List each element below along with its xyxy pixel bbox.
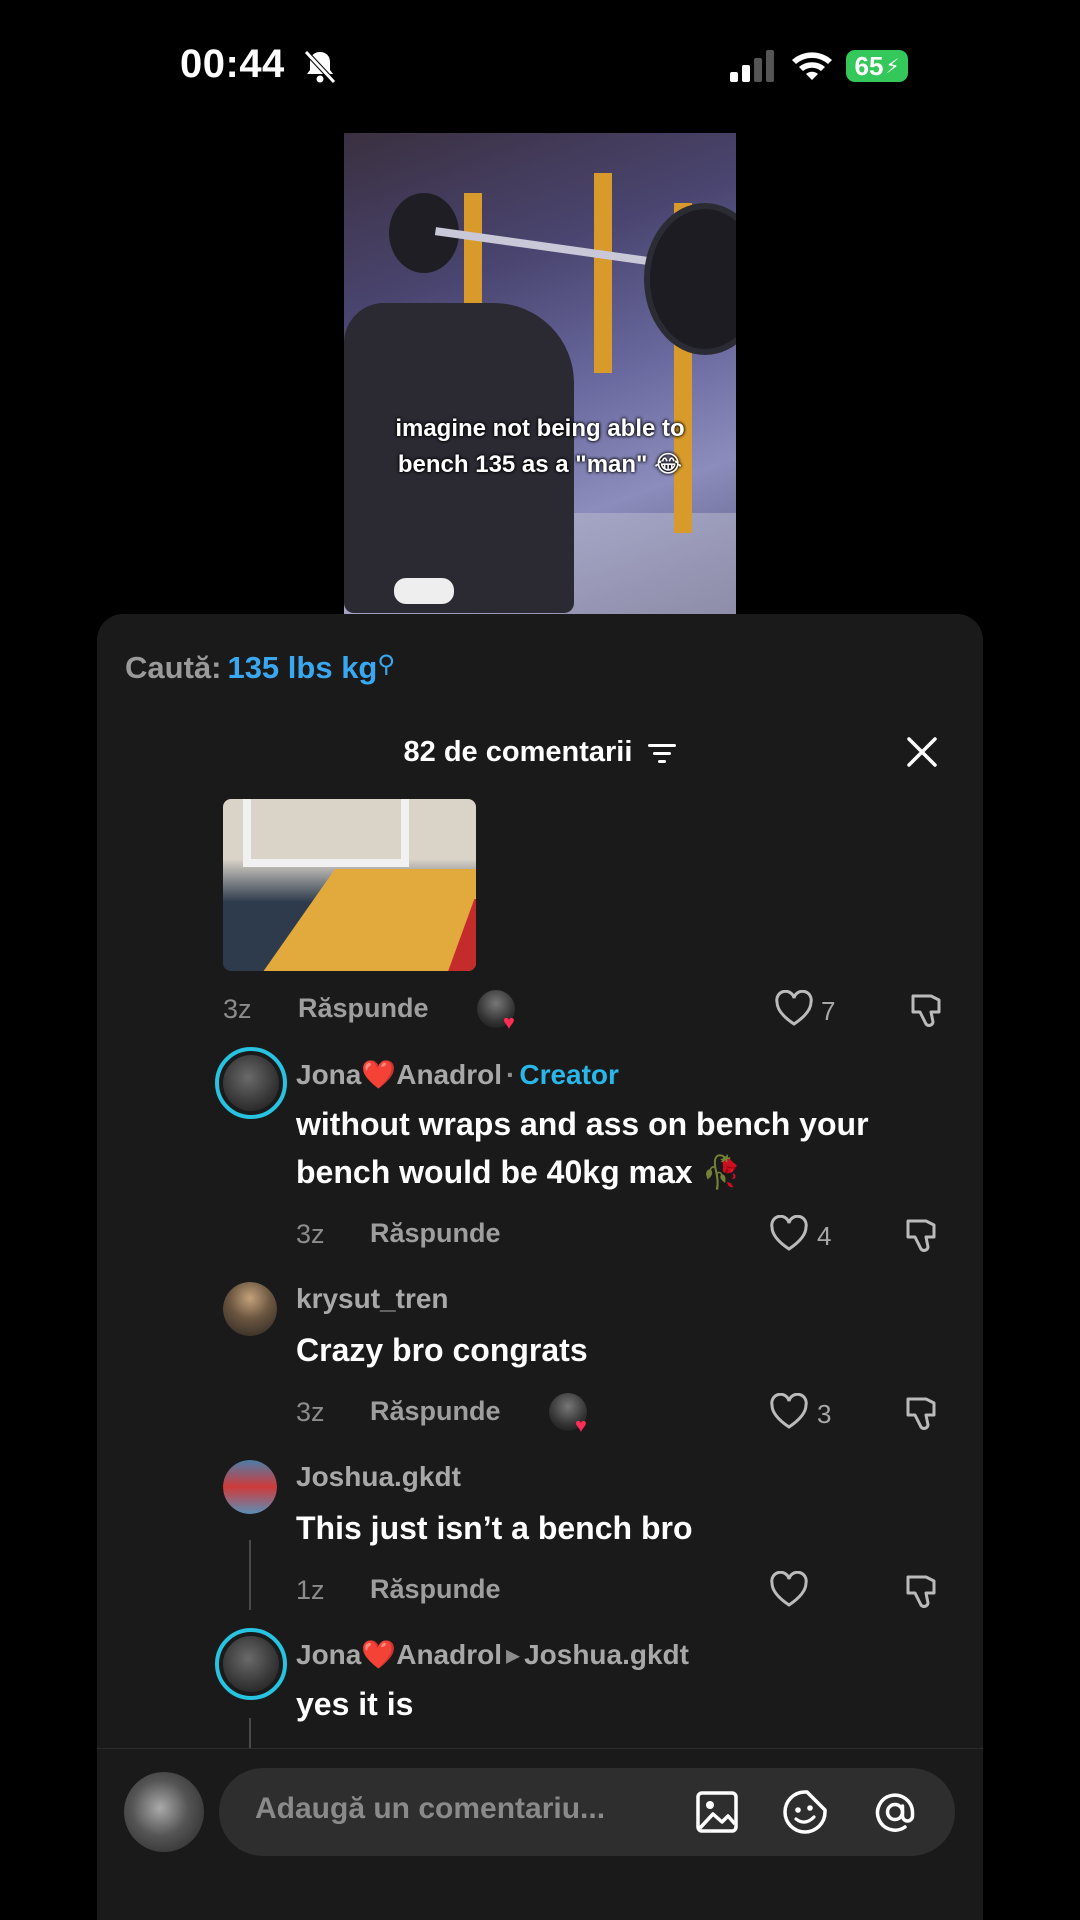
creator-badge: Creator bbox=[519, 1059, 619, 1090]
comments-sheet: Caută: 135 lbs kg⚲ 82 de comentarii 3z Ră… bbox=[97, 614, 983, 1920]
username-part: Anadrol bbox=[396, 1639, 503, 1670]
signal-icon bbox=[730, 50, 774, 82]
comment-text: without wraps and ass on bench your benc… bbox=[296, 1100, 869, 1196]
video-shoe bbox=[394, 578, 454, 604]
reply-button[interactable]: Răspunde bbox=[298, 993, 429, 1024]
heart-badge-icon: ♥ bbox=[503, 1012, 515, 1034]
comment-username[interactable]: krysut_tren bbox=[296, 1283, 449, 1315]
comment-text-line: without wraps and ass on bench your bbox=[296, 1106, 869, 1142]
input-divider bbox=[97, 1748, 983, 1749]
reply-button[interactable]: Răspunde bbox=[370, 1218, 501, 1249]
creator-liked-avatar: ♥ bbox=[549, 1393, 587, 1436]
username-part: Jona bbox=[296, 1059, 362, 1090]
video-caption-line: bench 135 as a "man" 😂 bbox=[397, 451, 683, 478]
commenter-avatar[interactable] bbox=[223, 1460, 277, 1514]
comments-count: 82 de comentarii bbox=[403, 736, 633, 768]
comment-age: 3z bbox=[223, 994, 252, 1024]
comment-username[interactable]: Jona❤️Anadrol · Creator bbox=[296, 1058, 619, 1091]
reply-arrow-icon: ▸ bbox=[506, 1639, 521, 1670]
comment-text: Crazy bro congrats bbox=[296, 1332, 588, 1368]
avatar-image bbox=[223, 1636, 279, 1692]
avatar-image bbox=[223, 1282, 277, 1336]
current-user-avatar bbox=[124, 1772, 204, 1852]
thread-line bbox=[249, 1540, 251, 1610]
commenter-avatar[interactable] bbox=[215, 1628, 287, 1700]
video-thumbnail[interactable]: imagine not being able to bench 135 as a… bbox=[344, 133, 736, 614]
separator-dot: · bbox=[506, 1059, 516, 1090]
wifi-icon bbox=[792, 52, 832, 80]
comment-username[interactable]: Joshua.gkdt bbox=[296, 1461, 461, 1493]
like-heart-icon[interactable] bbox=[769, 1393, 809, 1431]
dislike-icon[interactable] bbox=[902, 1571, 942, 1611]
heart-badge-icon: ♥ bbox=[575, 1415, 587, 1437]
creator-liked-avatar: ♥ bbox=[477, 990, 515, 1033]
avatar-image bbox=[223, 1055, 279, 1111]
reply-button[interactable]: Răspunde bbox=[370, 1396, 501, 1427]
close-icon[interactable] bbox=[905, 735, 939, 769]
like-heart-icon[interactable] bbox=[774, 990, 814, 1028]
comment-input-placeholder: Adaugă un comentariu... bbox=[255, 1792, 606, 1825]
search-query[interactable]: 135 lbs kg bbox=[227, 650, 377, 685]
status-time: 00:44 bbox=[180, 42, 285, 86]
dislike-icon[interactable] bbox=[902, 1393, 942, 1433]
attachment-bench-frame bbox=[243, 799, 409, 867]
dislike-icon[interactable] bbox=[907, 990, 947, 1030]
comment-image-attachment[interactable] bbox=[223, 799, 476, 971]
heart-emoji-icon: ❤️ bbox=[361, 1059, 397, 1090]
commenter-avatar[interactable] bbox=[215, 1047, 287, 1119]
image-icon[interactable] bbox=[693, 1788, 741, 1836]
like-count: 7 bbox=[821, 996, 836, 1026]
comment-text: This just isn’t a bench bro bbox=[296, 1510, 693, 1546]
search-icon: ⚲ bbox=[377, 651, 395, 678]
mention-icon[interactable] bbox=[871, 1788, 919, 1836]
thread-line bbox=[249, 1718, 251, 1748]
comment-text: yes it is bbox=[296, 1686, 414, 1722]
like-heart-icon[interactable] bbox=[769, 1571, 809, 1609]
username-part: Anadrol bbox=[396, 1059, 503, 1090]
battery-level: 65 bbox=[854, 50, 884, 81]
comment-age: 1z bbox=[296, 1575, 325, 1605]
avatar-image bbox=[223, 1460, 277, 1514]
video-plate bbox=[644, 203, 736, 355]
like-count: 4 bbox=[817, 1221, 832, 1251]
heart-emoji-icon: ❤️ bbox=[361, 1639, 397, 1670]
reply-button[interactable]: Răspunde bbox=[370, 1574, 501, 1605]
sticker-emoji-icon[interactable] bbox=[781, 1788, 829, 1836]
comment-age: 3z bbox=[296, 1219, 325, 1249]
bell-muted-icon bbox=[304, 50, 336, 84]
search-label: Caută: bbox=[125, 650, 222, 685]
comments-header: 82 de comentarii bbox=[97, 736, 983, 769]
dislike-icon[interactable] bbox=[902, 1215, 942, 1255]
battery-indicator: 65 ⚡ bbox=[846, 50, 908, 82]
search-suggestion[interactable]: Caută: 135 lbs kg⚲ bbox=[125, 650, 395, 686]
like-count: 3 bbox=[817, 1399, 832, 1429]
username-part: Jona bbox=[296, 1639, 362, 1670]
comment-age: 3z bbox=[296, 1397, 325, 1427]
video-caption-line: imagine not being able to bbox=[395, 415, 685, 442]
comment-username[interactable]: Jona❤️Anadrol ▸ Joshua.gkdt bbox=[296, 1638, 689, 1671]
video-rack bbox=[594, 173, 612, 373]
like-heart-icon[interactable] bbox=[769, 1215, 809, 1253]
commenter-avatar[interactable] bbox=[223, 1282, 277, 1336]
reply-to-username[interactable]: Joshua.gkdt bbox=[524, 1639, 689, 1670]
comment-text-line: bench would be 40kg max 🥀 bbox=[296, 1154, 742, 1190]
attachment-floor-stripe bbox=[250, 869, 476, 971]
charging-bolt-icon: ⚡ bbox=[885, 55, 900, 78]
comment-input[interactable]: Adaugă un comentariu... bbox=[219, 1768, 955, 1856]
video-caption: imagine not being able to bench 135 as a… bbox=[344, 411, 736, 483]
filter-icon[interactable] bbox=[648, 742, 677, 764]
